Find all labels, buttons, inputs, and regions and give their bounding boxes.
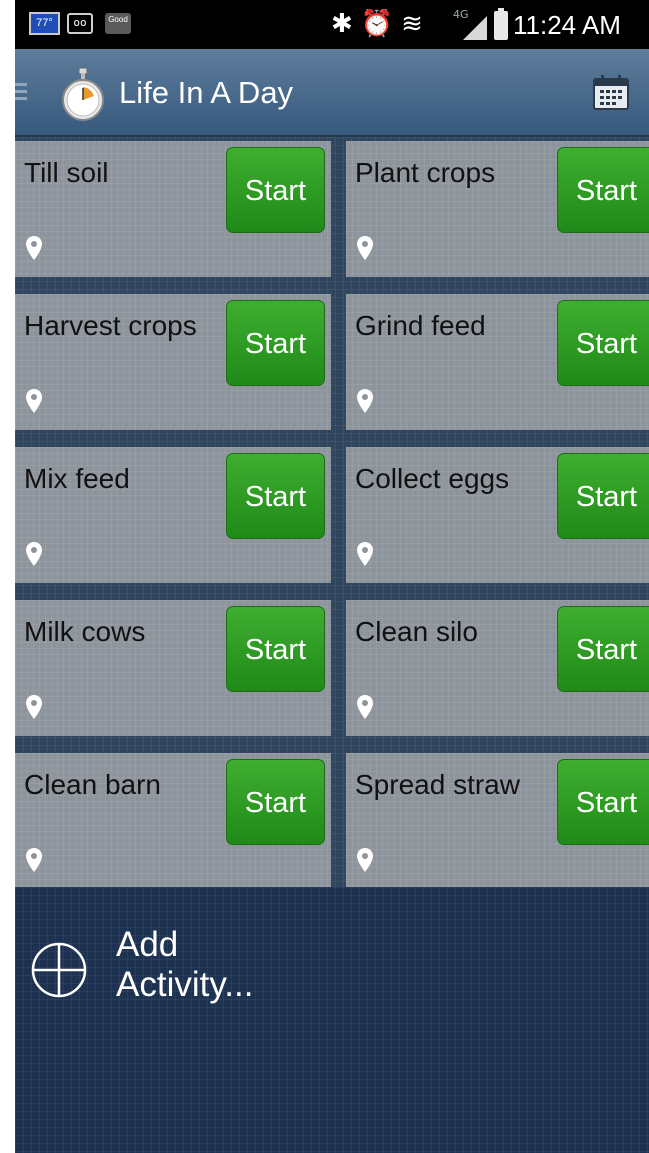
activity-name: Collect eggs: [355, 463, 510, 494]
activity-tile[interactable]: Spread straw Start: [346, 753, 649, 889]
activity-tile[interactable]: Milk cows Start: [15, 600, 331, 736]
start-button[interactable]: Start: [557, 453, 649, 539]
status-time: 11:24 AM: [513, 10, 621, 40]
add-activity-label: Add Activity...: [116, 925, 316, 1005]
location-pin-icon[interactable]: [25, 847, 43, 873]
start-button[interactable]: Start: [226, 606, 325, 692]
activity-tile[interactable]: Till soil Start: [15, 141, 331, 277]
location-pin-icon[interactable]: [25, 694, 43, 720]
alarm-icon: ⏰: [360, 9, 402, 39]
activity-name: Clean barn: [24, 769, 161, 800]
battery-icon: [494, 8, 508, 40]
bluetooth-icon: ✱: [331, 9, 361, 39]
activity-name: Milk cows: [24, 616, 146, 647]
start-button[interactable]: Start: [226, 759, 325, 845]
start-button[interactable]: Start: [226, 147, 325, 233]
location-pin-icon[interactable]: [25, 388, 43, 414]
add-activity-label-line1: Add: [116, 925, 179, 964]
start-button[interactable]: Start: [557, 606, 649, 692]
activity-name: Mix feed: [24, 463, 130, 494]
activity-tile[interactable]: Collect eggs Start: [346, 447, 649, 583]
add-activity-button[interactable]: Add Activity...: [25, 925, 325, 1025]
location-pin-icon[interactable]: [356, 235, 374, 261]
start-button[interactable]: Start: [557, 300, 649, 386]
activity-tile[interactable]: Plant crops Start: [346, 141, 649, 277]
start-button[interactable]: Start: [226, 453, 325, 539]
action-bar: Life In A Day: [15, 49, 649, 137]
wifi-icon: ≋: [401, 9, 431, 39]
location-pin-icon[interactable]: [25, 541, 43, 567]
activity-name: Till soil: [24, 157, 109, 188]
activity-name: Plant crops: [355, 157, 496, 188]
location-pin-icon[interactable]: [356, 541, 374, 567]
activity-name: Grind feed: [355, 310, 486, 341]
location-pin-icon[interactable]: [356, 388, 374, 414]
activity-grid: Till soil Start Plant crops Start Harves…: [15, 137, 649, 889]
location-pin-icon[interactable]: [25, 235, 43, 261]
calendar-icon[interactable]: [592, 74, 630, 112]
voicemail-icon: oo: [67, 13, 93, 34]
add-activity-label-line2: Activity...: [116, 965, 254, 1004]
add-activity-area: Add Activity...: [15, 887, 649, 1153]
status-bar: 77° oo Good ✱⏰≋ 4G 11:24 AM: [15, 0, 649, 49]
activity-tile[interactable]: Clean silo Start: [346, 600, 649, 736]
add-circle-icon: [31, 942, 87, 998]
start-button[interactable]: Start: [557, 759, 649, 845]
signal-icon: [463, 16, 487, 40]
app-title: Life In A Day: [119, 75, 294, 110]
activity-tile[interactable]: Grind feed Start: [346, 294, 649, 430]
location-pin-icon[interactable]: [356, 694, 374, 720]
start-button[interactable]: Start: [557, 147, 649, 233]
activity-tile[interactable]: Clean barn Start: [15, 753, 331, 889]
activity-tile[interactable]: Mix feed Start: [15, 447, 331, 583]
weather-badge-icon: Good: [105, 13, 131, 34]
location-pin-icon[interactable]: [356, 847, 374, 873]
activity-name: Spread straw: [355, 769, 520, 800]
start-button[interactable]: Start: [226, 300, 325, 386]
activity-name: Harvest crops: [24, 310, 197, 341]
activity-name: Clean silo: [355, 616, 478, 647]
activity-tile[interactable]: Harvest crops Start: [15, 294, 331, 430]
stopwatch-icon[interactable]: [57, 66, 109, 122]
app-screen: 77° oo Good ✱⏰≋ 4G 11:24 AM Life In A Da…: [15, 0, 649, 1153]
weather-temperature-icon: 77°: [29, 12, 60, 35]
menu-icon[interactable]: [15, 83, 27, 101]
